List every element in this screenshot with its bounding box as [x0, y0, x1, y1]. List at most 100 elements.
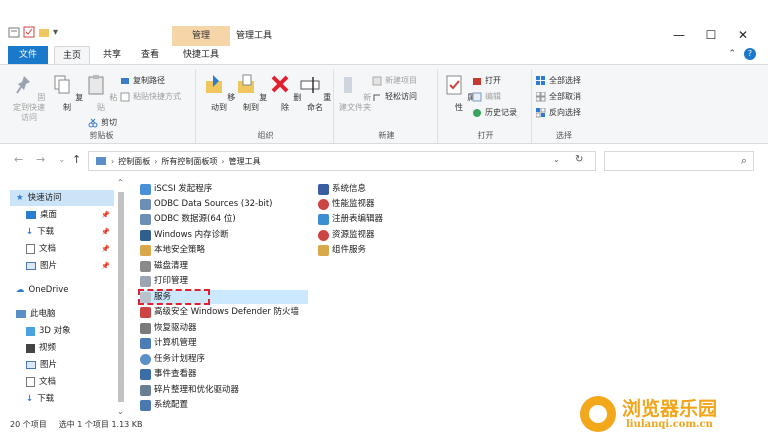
- copy-path-button[interactable]: 复制路径: [120, 75, 165, 86]
- list-item[interactable]: 资源监视器: [318, 228, 375, 242]
- defrag-icon: [140, 384, 151, 396]
- system-info-icon: [318, 183, 329, 195]
- breadcrumb-admin-tools[interactable]: 管理工具: [229, 156, 261, 167]
- clipboard-group: 固定到快速访问 复制 粘贴 复制路径 粘贴快捷方式 剪切 剪贴板: [8, 69, 196, 143]
- selection-info: 选中 1 个项目 1.13 KB: [58, 420, 143, 429]
- list-item[interactable]: ODBC Data Sources (32-bit): [140, 197, 272, 211]
- list-item[interactable]: 任务计划程序: [140, 352, 205, 366]
- breadcrumb-control-panel[interactable]: 控制面板: [118, 156, 150, 167]
- nav-this-pc[interactable]: 此电脑: [10, 306, 114, 322]
- new-item-button[interactable]: 新建项目: [372, 75, 417, 86]
- copy-to-icon: [237, 74, 254, 93]
- forward-button[interactable]: →: [36, 153, 45, 166]
- history-button[interactable]: 历史记录: [472, 107, 517, 118]
- address-bar[interactable]: › 控制面板 › 所有控制面板项 › 管理工具 ⌄ ↻: [88, 151, 596, 171]
- nav-pc-pictures[interactable]: 图片: [10, 357, 114, 373]
- checkbox-icon[interactable]: [23, 26, 35, 38]
- invert-selection-button[interactable]: 反向选择: [536, 107, 581, 118]
- nav-quick-access[interactable]: ★ 快速访问: [10, 190, 114, 206]
- rename-button[interactable]: 重命名: [298, 73, 332, 113]
- search-input[interactable]: ⌕: [604, 151, 754, 171]
- tab-manage-tools[interactable]: 快捷工具: [172, 46, 230, 64]
- qat-dropdown-icon[interactable]: ▾: [53, 27, 58, 38]
- minimize-button[interactable]: —: [664, 24, 694, 46]
- ribbon-tabs: 文件 主页 共享 查看 快捷工具 ⌃ ?: [0, 46, 768, 64]
- list-item[interactable]: Windows 内存诊断: [140, 228, 229, 242]
- recent-locations-button[interactable]: ⌄: [58, 155, 66, 165]
- list-item[interactable]: 性能监视器: [318, 197, 375, 211]
- maximize-button[interactable]: ☐: [696, 24, 726, 46]
- pin-icon[interactable]: 📌: [101, 258, 110, 274]
- back-button[interactable]: ←: [14, 153, 23, 166]
- open-button[interactable]: 打开: [472, 75, 501, 86]
- move-to-button[interactable]: 移动到: [202, 73, 236, 113]
- nav-pc-downloads[interactable]: ↓ 下载: [10, 391, 114, 407]
- nav-downloads[interactable]: ↓ 下载 📌: [10, 224, 114, 240]
- nav-onedrive[interactable]: ☁ OneDrive: [10, 282, 114, 298]
- tab-file[interactable]: 文件: [8, 46, 48, 64]
- copy-button[interactable]: 复制: [50, 73, 84, 113]
- copy-to-button[interactable]: 复制到: [234, 73, 268, 113]
- list-item[interactable]: 高级安全 Windows Defender 防火墙: [140, 305, 299, 319]
- list-item[interactable]: 组件服务: [318, 243, 366, 257]
- list-item[interactable]: 碎片整理和优化驱动器: [140, 383, 239, 397]
- tab-home[interactable]: 主页: [54, 46, 90, 64]
- nav-3d-objects[interactable]: 3D 对象: [10, 323, 114, 339]
- select-none-button[interactable]: 全部取消: [536, 91, 581, 102]
- paste-shortcut-button[interactable]: 粘贴快捷方式: [120, 91, 181, 102]
- nav-videos[interactable]: 视频: [10, 340, 114, 356]
- list-item[interactable]: 恢复驱动器: [140, 321, 197, 335]
- pin-icon[interactable]: 📌: [101, 207, 110, 223]
- delete-button[interactable]: 删除: [268, 73, 302, 113]
- list-item[interactable]: 磁盘清理: [140, 259, 188, 273]
- pin-icon[interactable]: 📌: [101, 241, 110, 257]
- close-button[interactable]: ✕: [728, 24, 758, 46]
- select-all-button[interactable]: 全部选择: [536, 75, 581, 86]
- list-item[interactable]: iSCSI 发起程序: [140, 182, 212, 196]
- list-item[interactable]: 系统配置: [140, 398, 188, 412]
- paste-button[interactable]: 粘贴: [84, 73, 118, 113]
- collapse-ribbon-icon[interactable]: ⌃: [728, 49, 736, 59]
- iscsi-icon: [140, 183, 151, 195]
- nav-desktop[interactable]: 桌面 📌: [10, 207, 114, 223]
- refresh-button[interactable]: ↻: [575, 154, 583, 165]
- pin-icon[interactable]: 📌: [101, 224, 110, 240]
- scroll-up-icon[interactable]: ⌃: [117, 178, 124, 187]
- context-tab-manage[interactable]: 管理: [172, 26, 230, 46]
- edit-icon: [472, 92, 482, 101]
- watermark-logo-icon: [580, 396, 616, 432]
- nav-scrollbar[interactable]: ⌃ ⌄: [116, 178, 126, 416]
- list-item[interactable]: 注册表编辑器: [318, 212, 383, 226]
- address-dropdown-button[interactable]: ⌄: [553, 155, 560, 164]
- list-item[interactable]: 本地安全策略: [140, 243, 205, 257]
- new-group-label: 新建: [378, 131, 395, 140]
- list-item[interactable]: 计算机管理: [140, 336, 197, 350]
- nav-pc-documents[interactable]: 文档: [10, 374, 114, 390]
- up-button[interactable]: ↑: [72, 153, 81, 166]
- nav-pictures[interactable]: 图片 📌: [10, 258, 114, 274]
- properties-button[interactable]: 属性: [442, 73, 476, 113]
- breadcrumb-all-items[interactable]: 所有控制面板项: [161, 156, 217, 167]
- folder-icon[interactable]: [38, 26, 50, 38]
- list-item[interactable]: ODBC 数据源(64 位): [140, 212, 236, 226]
- easy-access-button[interactable]: 轻松访问: [372, 91, 417, 102]
- list-item[interactable]: 打印管理: [140, 274, 188, 288]
- new-folder-button[interactable]: 新建文件夹: [338, 73, 372, 113]
- easy-access-icon: [373, 94, 380, 101]
- cut-button[interactable]: 剪切: [88, 117, 117, 128]
- scrollbar-thumb[interactable]: [118, 192, 124, 402]
- tab-view[interactable]: 查看: [132, 46, 168, 64]
- pin-quick-access-button[interactable]: 固定到快速访问: [12, 73, 46, 123]
- task-scheduler-icon: [140, 353, 151, 365]
- edit-button[interactable]: 编辑: [472, 91, 501, 102]
- scroll-down-icon[interactable]: ⌄: [117, 407, 124, 416]
- copy-icon: [54, 75, 70, 94]
- new-group: 新建文件夹 新建项目 轻松访问 新建: [336, 69, 438, 143]
- control-panel-icon: [96, 157, 106, 165]
- help-icon[interactable]: ?: [744, 48, 756, 60]
- properties-icon[interactable]: [8, 26, 20, 38]
- list-item[interactable]: 事件查看器: [140, 367, 197, 381]
- tab-share[interactable]: 共享: [94, 46, 130, 64]
- list-item[interactable]: 系统信息: [318, 182, 366, 196]
- nav-documents[interactable]: 文档 📌: [10, 241, 114, 257]
